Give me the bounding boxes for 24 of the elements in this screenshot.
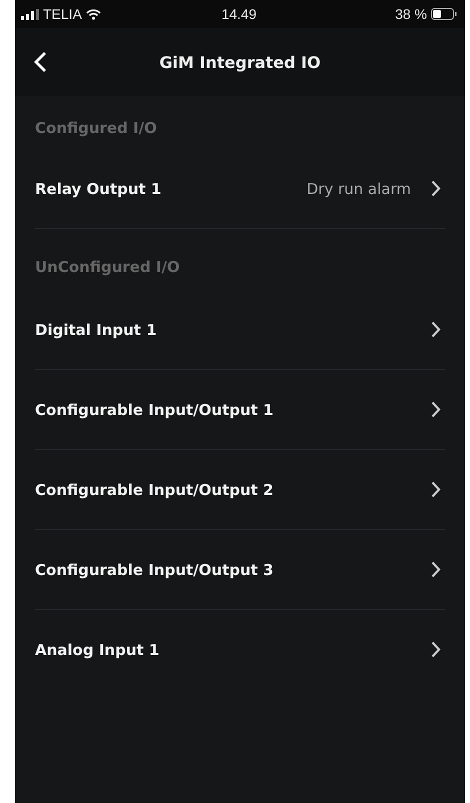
chevron-right-icon	[431, 401, 441, 418]
list-item[interactable]: Analog Input 1	[35, 610, 445, 689]
section-header: Configured I/O	[35, 119, 157, 137]
back-button[interactable]	[33, 51, 47, 73]
wifi-icon	[86, 8, 101, 20]
chevron-right-icon	[431, 641, 441, 658]
battery-icon	[430, 8, 457, 20]
battery-percent: 38 %	[395, 6, 427, 22]
chevron-right-icon	[431, 561, 441, 578]
list-item[interactable]: Relay Output 1 Dry run alarm	[35, 149, 445, 229]
section-header: UnConfigured I/O	[35, 258, 180, 276]
signal-icon	[21, 8, 39, 20]
item-value: Dry run alarm	[306, 180, 411, 198]
list-item[interactable]: Configurable Input/Output 1	[35, 370, 445, 450]
chevron-right-icon	[431, 180, 441, 197]
clock-time: 14.49	[221, 6, 257, 22]
list-item[interactable]: Configurable Input/Output 2	[35, 450, 445, 530]
list-item[interactable]: Configurable Input/Output 3	[35, 530, 445, 610]
list-item[interactable]: Digital Input 1	[35, 290, 445, 370]
back-icon	[33, 51, 47, 73]
chevron-right-icon	[431, 321, 441, 338]
screen-title: GiM Integrated IO	[159, 52, 321, 72]
chevron-right-icon	[431, 481, 441, 498]
carrier-name: TELIA	[43, 6, 82, 22]
